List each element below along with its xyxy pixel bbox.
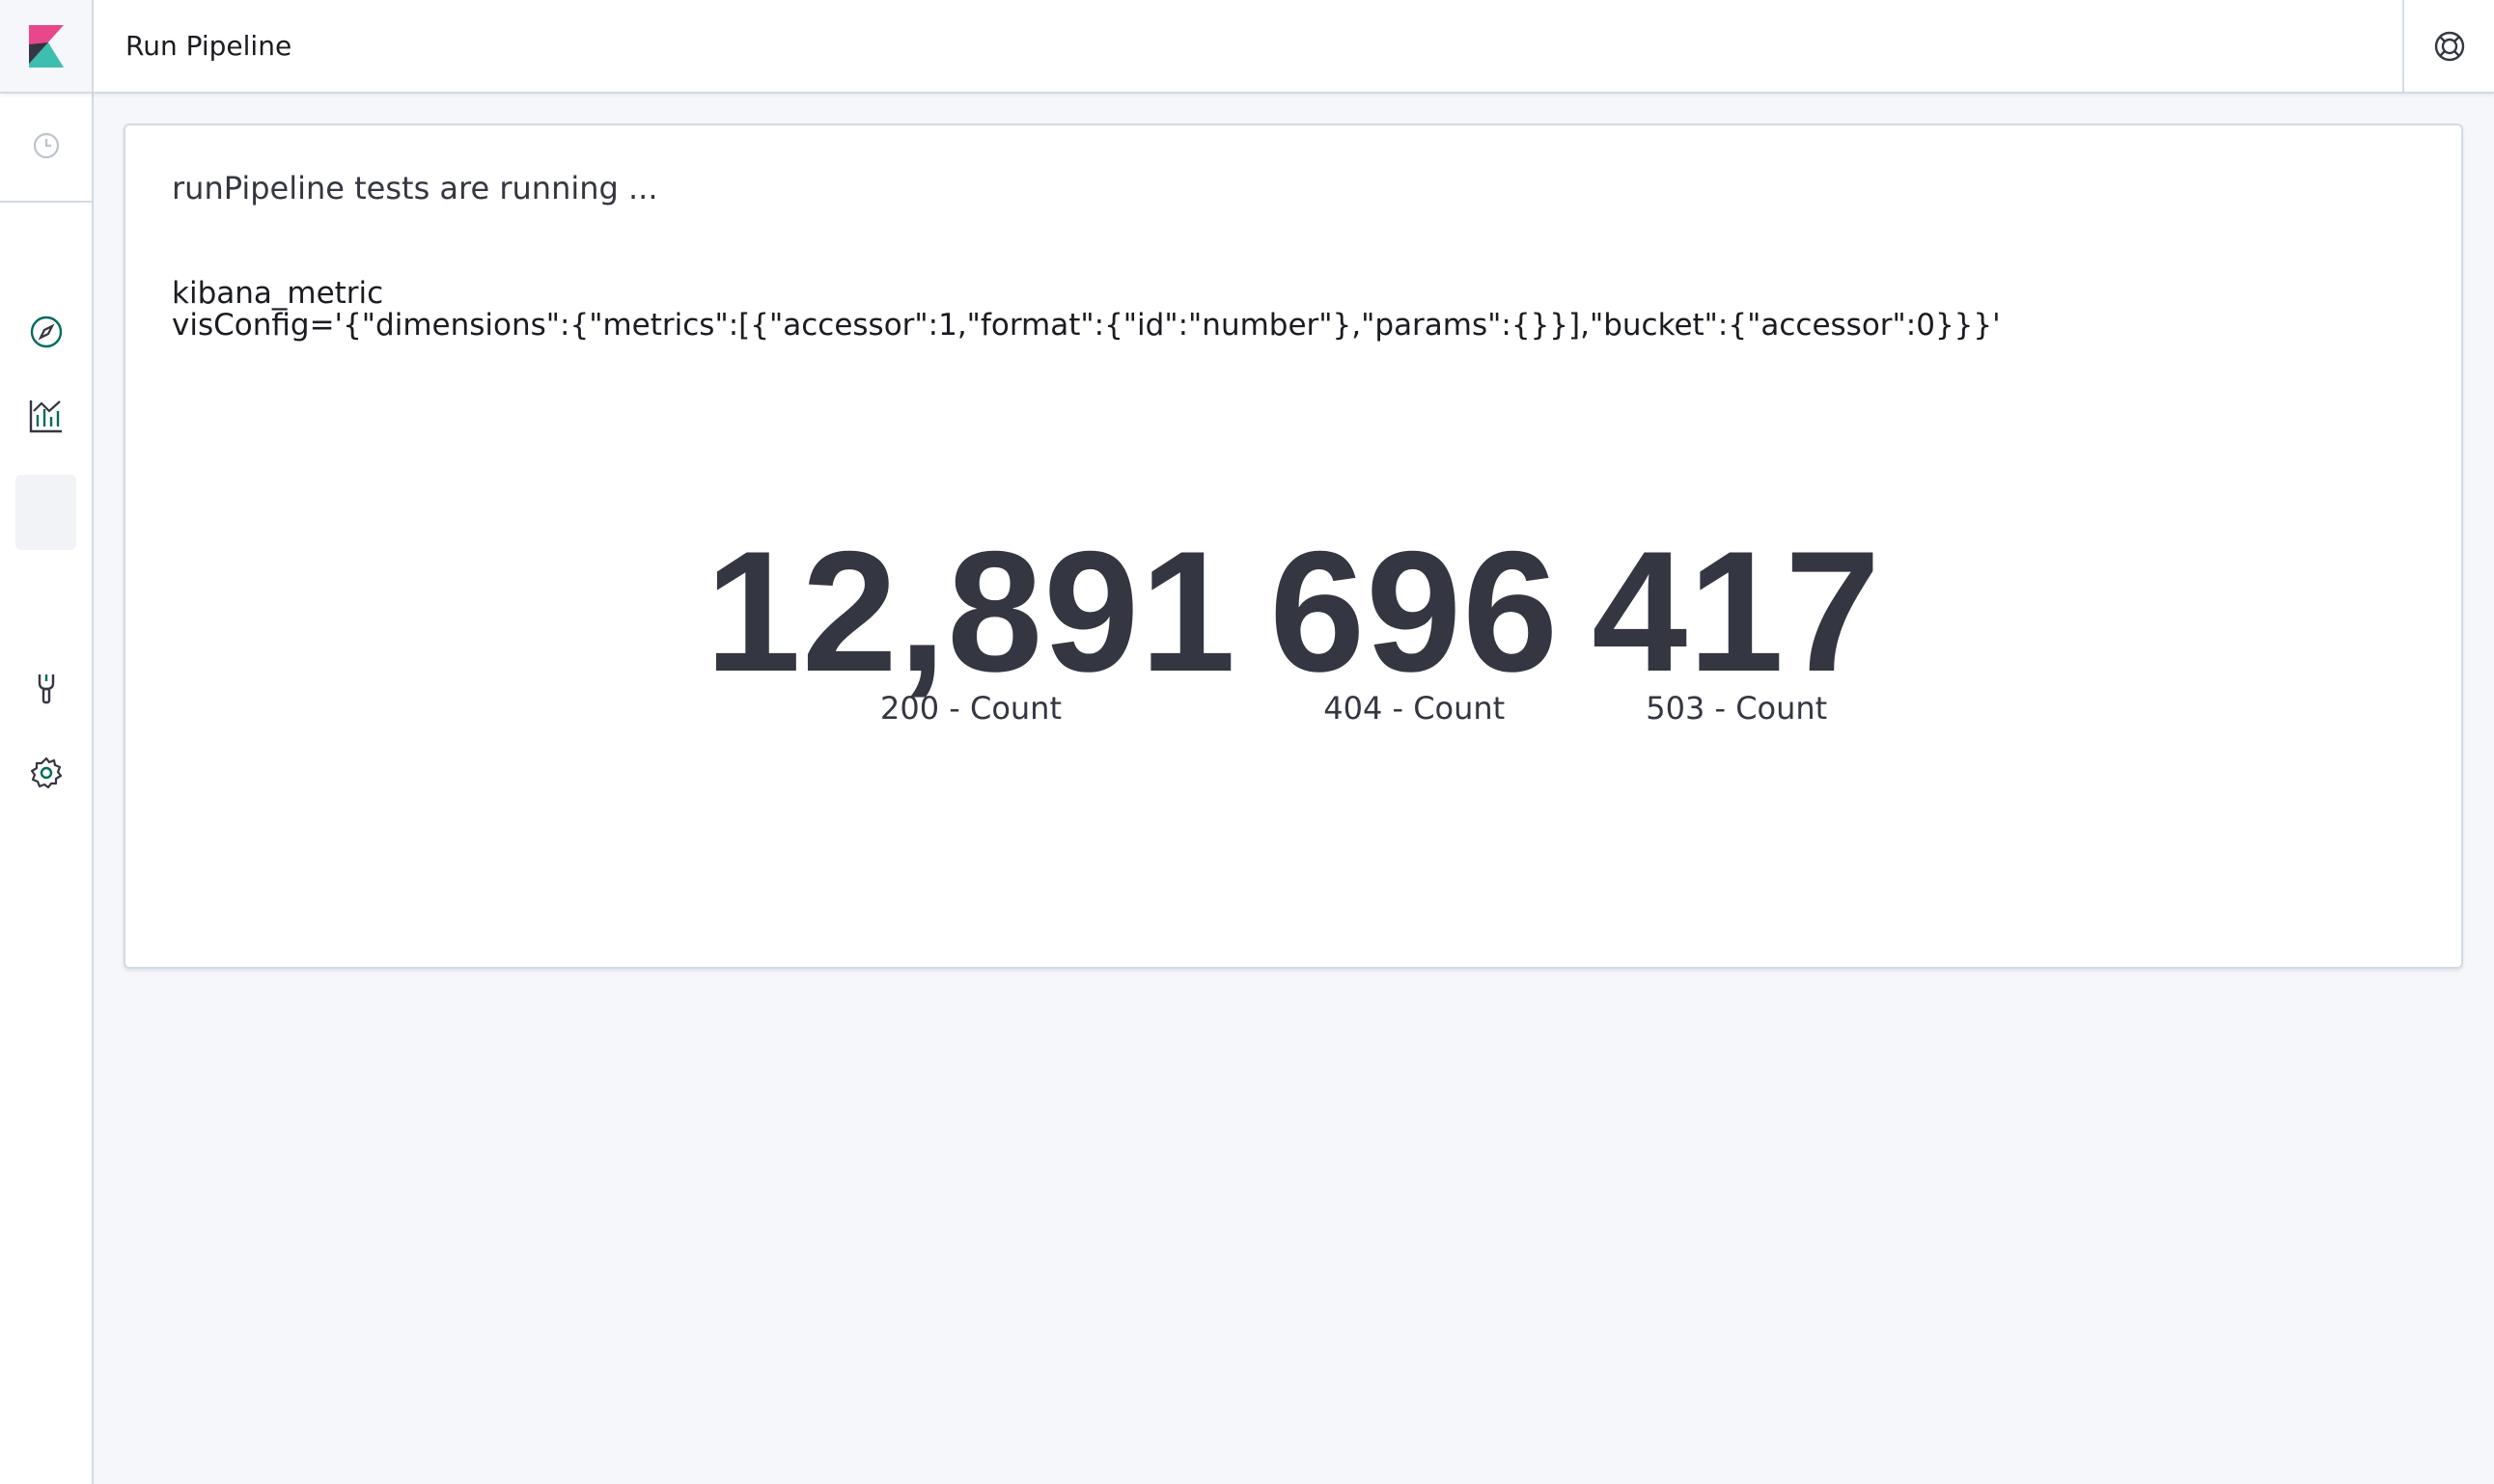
nav-recently-viewed[interactable] bbox=[0, 94, 92, 203]
nav-item-visualize[interactable] bbox=[15, 380, 76, 455]
metric-item: 696 404 - Count bbox=[1269, 515, 1560, 728]
kibana-logo-icon[interactable] bbox=[0, 0, 94, 92]
gear-icon bbox=[29, 756, 64, 794]
compass-icon bbox=[29, 315, 64, 353]
help-lifebuoy-icon[interactable] bbox=[2402, 0, 2494, 92]
nav-item-dev-tools[interactable] bbox=[15, 653, 76, 728]
top-header: Run Pipeline bbox=[0, 0, 2494, 94]
wrench-icon bbox=[30, 672, 63, 710]
nav-item-selected-app[interactable] bbox=[15, 475, 76, 550]
status-text: runPipeline tests are running ... bbox=[172, 170, 658, 206]
metric-item: 12,891 200 - Count bbox=[705, 515, 1237, 728]
metric-visualization: 12,891 200 - Count 696 404 - Count 417 5… bbox=[125, 515, 2461, 728]
clock-icon bbox=[32, 131, 61, 164]
side-nav bbox=[0, 94, 94, 1484]
metric-label: 404 - Count bbox=[1323, 690, 1506, 727]
metric-label: 200 - Count bbox=[880, 690, 1062, 727]
metric-value: 12,891 bbox=[705, 515, 1237, 707]
nav-item-management[interactable] bbox=[15, 737, 76, 812]
page-title: Run Pipeline bbox=[125, 30, 292, 62]
nav-item-discover[interactable] bbox=[15, 296, 76, 371]
expression-function: kibana_metric bbox=[172, 276, 384, 311]
visualize-chart-icon bbox=[28, 398, 65, 438]
expression-args: visConfig='{"dimensions":{"metrics":[{"a… bbox=[172, 308, 2001, 343]
pipeline-panel: runPipeline tests are running ... kibana… bbox=[124, 124, 2463, 969]
metric-value: 696 bbox=[1269, 515, 1560, 707]
metric-value: 417 bbox=[1592, 515, 1882, 707]
metric-label: 503 - Count bbox=[1646, 690, 1828, 727]
pipeline-expression: kibana_metric visConfig='{"dimensions":{… bbox=[172, 278, 2001, 342]
metric-item: 417 503 - Count bbox=[1592, 515, 1882, 728]
